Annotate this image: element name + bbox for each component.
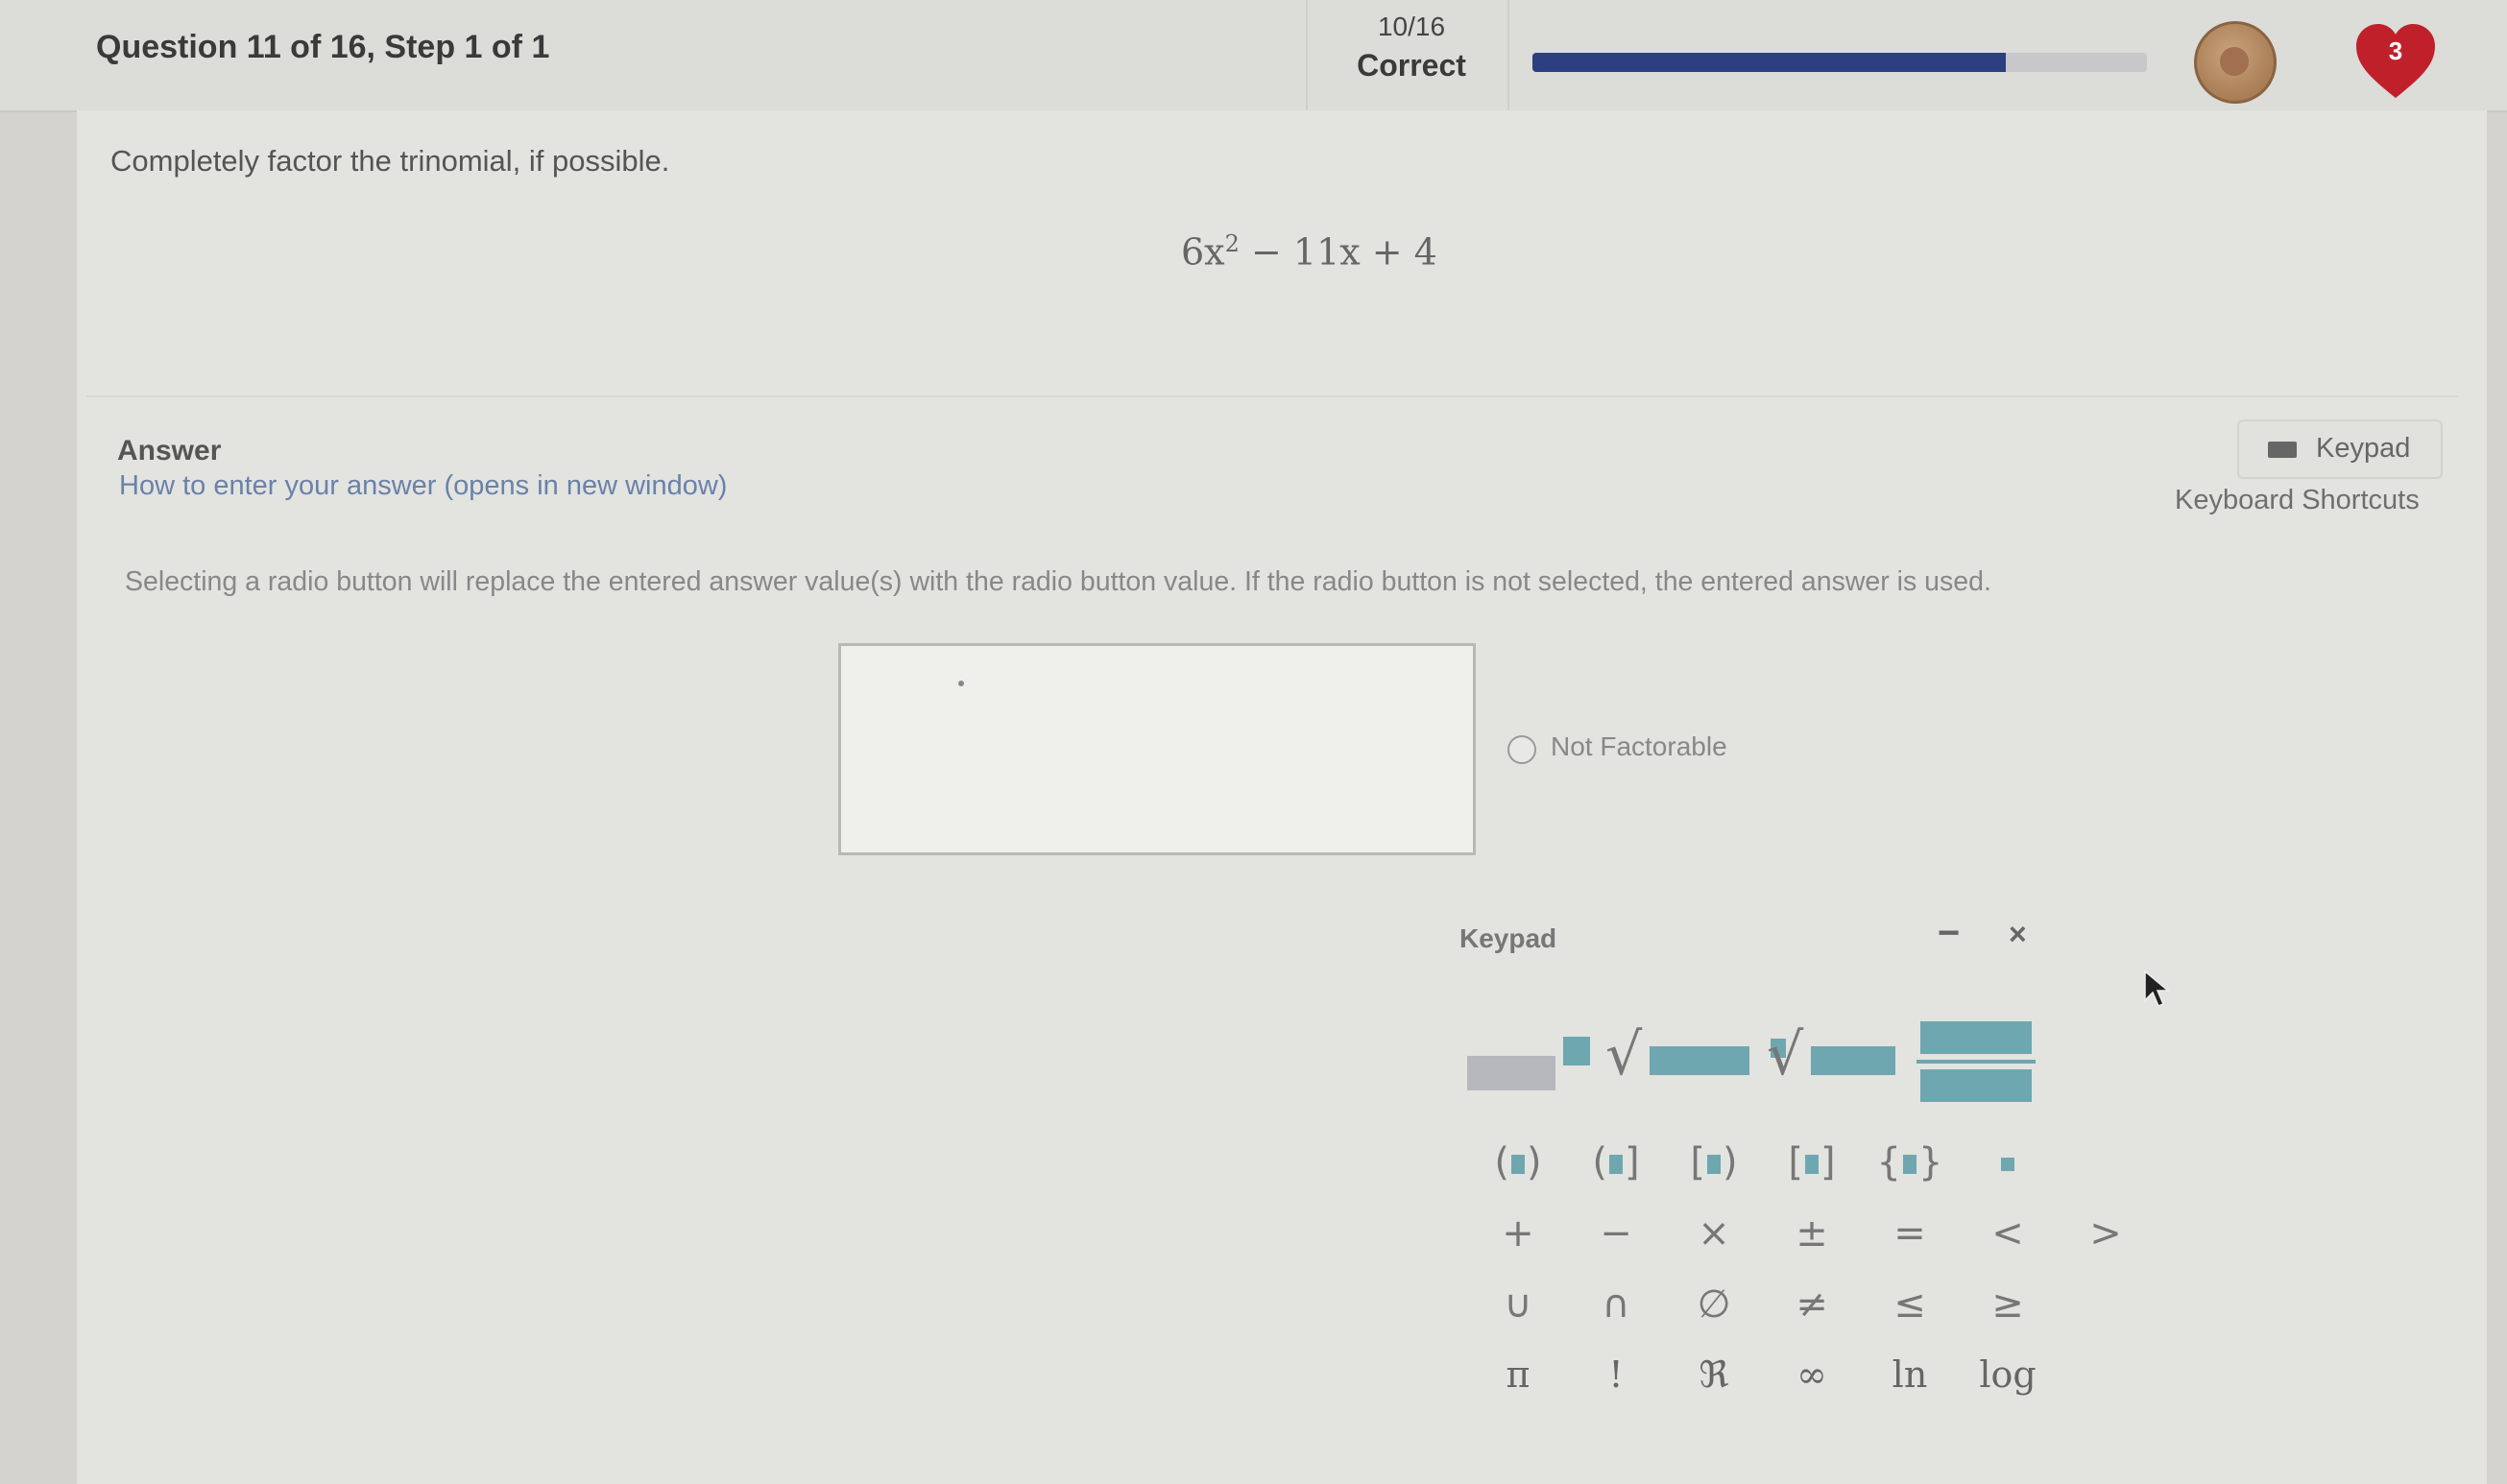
keypad-key[interactable]: ln (1861, 1353, 1959, 1396)
progress-fill (1532, 53, 2006, 72)
score-fraction: 10/16 (1377, 12, 1446, 41)
keypad-key[interactable]: = (1861, 1211, 1959, 1256)
keypad-subscript-key[interactable] (1959, 1140, 2057, 1185)
keypad-key[interactable]: × (1665, 1211, 1763, 1256)
keypad-key[interactable]: ∞ (1763, 1353, 1861, 1396)
keypad-key[interactable]: π (1469, 1353, 1567, 1396)
keypad-minimize-button[interactable]: − (1938, 912, 1960, 955)
not-factorable-radio[interactable] (1507, 735, 1536, 764)
keypad-half-open-left-key[interactable]: [) (1665, 1140, 1763, 1185)
not-factorable-label[interactable]: Not Factorable (1551, 731, 1727, 762)
keypad-key[interactable]: ∅ (1665, 1282, 1763, 1327)
score-status: Correct (1357, 48, 1466, 83)
keypad-key[interactable]: < (1959, 1211, 2057, 1256)
keypad-toggle-button[interactable]: Keypad (2237, 419, 2443, 479)
expression-exponent: 2 (1224, 230, 1240, 257)
lives-heart-icon[interactable]: 3 (2352, 21, 2439, 102)
keypad-key[interactable]: + (1469, 1211, 1567, 1256)
keypad-key[interactable]: > (2057, 1211, 2155, 1256)
keypad-close-button[interactable]: × (2009, 917, 2027, 952)
divider (1306, 0, 1308, 110)
question-title: Question 11 of 16, Step 1 of 1 (96, 29, 550, 65)
fraction-template-key[interactable] (1916, 1021, 2036, 1108)
expression-term: 6x (1181, 230, 1225, 274)
keypad-button-label: Keypad (2316, 433, 2411, 464)
lives-count: 3 (2388, 36, 2403, 65)
keypad-function-row: π! ℜ ∞ ln log (1469, 1353, 2057, 1396)
divider (1507, 0, 1509, 110)
radio-notice-text: Selecting a radio button will replace th… (125, 566, 1991, 597)
keypad-key[interactable]: ± (1763, 1211, 1861, 1256)
answer-heading: Answer (117, 435, 222, 467)
score-panel: 10/16 Correct (1325, 12, 1498, 84)
keypad-key[interactable]: log (1959, 1353, 2057, 1396)
top-bar: Question 11 of 16, Step 1 of 1 10/16 Cor… (0, 0, 2507, 112)
answer-input[interactable] (838, 643, 1476, 855)
keypad-key[interactable]: ℜ (1665, 1353, 1763, 1396)
square-root-template-key[interactable]: √ (1605, 1021, 1759, 1096)
keypad-key[interactable]: ≤ (1861, 1282, 1959, 1327)
nth-root-template-key[interactable]: √ (1765, 1021, 1899, 1096)
keyboard-icon (2268, 442, 2297, 458)
keypad-key[interactable]: − (1567, 1211, 1665, 1256)
keypad-key[interactable]: ≥ (1959, 1282, 2057, 1327)
keypad-braces-key[interactable]: {} (1861, 1140, 1959, 1185)
keypad-key[interactable]: ∩ (1567, 1282, 1665, 1327)
mouse-cursor-icon (2144, 969, 2170, 1007)
keypad-set-row: ∪ ∩ ∅ ≠ ≤ ≥ (1469, 1282, 2057, 1327)
keypad-title: Keypad (1459, 923, 1557, 953)
how-to-enter-link[interactable]: How to enter your answer (opens in new w… (119, 470, 727, 502)
keypad-grouping-row: () (] [) [] {} (1469, 1140, 2057, 1185)
keypad-brackets-key[interactable]: [] (1763, 1140, 1861, 1185)
progress-bar (1532, 53, 2147, 72)
exponent-template-key[interactable] (1467, 1037, 1590, 1094)
expression-rest: − 11x + 4 (1239, 230, 1437, 274)
input-caret (958, 681, 964, 686)
keyboard-shortcuts-link[interactable]: Keyboard Shortcuts (2175, 485, 2420, 516)
section-divider (86, 395, 2458, 397)
keypad-parentheses-key[interactable]: () (1469, 1140, 1567, 1185)
keypad-key[interactable]: ! (1567, 1353, 1665, 1396)
avatar-coin-icon[interactable] (2194, 21, 2277, 104)
keypad-operator-row: + − × ± = < > (1469, 1211, 2155, 1256)
keypad-key[interactable]: ≠ (1763, 1282, 1861, 1327)
keypad-key[interactable]: ∪ (1469, 1282, 1567, 1327)
question-prompt: Completely factor the trinomial, if poss… (110, 144, 670, 178)
trinomial-expression: 6x2 − 11x + 4 (1181, 230, 1437, 274)
keypad-half-open-right-key[interactable]: (] (1567, 1140, 1665, 1185)
